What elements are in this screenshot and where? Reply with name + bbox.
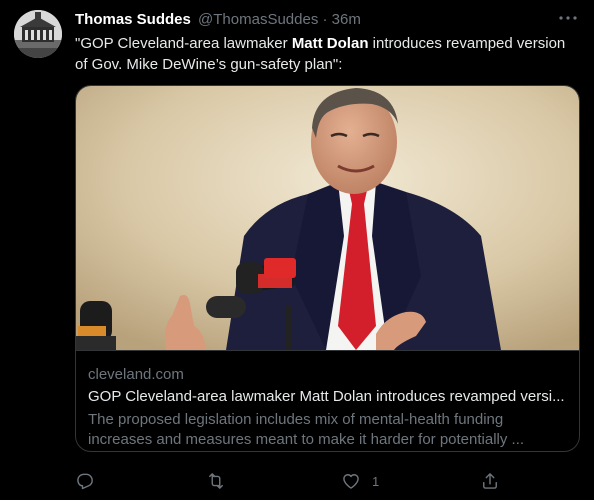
- separator: ·: [322, 11, 328, 28]
- tweet-text-part1: "GOP Cleveland-area lawmaker: [75, 35, 292, 52]
- tweet[interactable]: Thomas Suddes @ThomasSuddes · 36m "GOP C…: [0, 0, 594, 500]
- like-icon: [343, 474, 359, 489]
- more-options-button[interactable]: [556, 6, 580, 30]
- tweet-text-bold: Matt Dolan: [291, 35, 369, 52]
- card-meta[interactable]: cleveland.com GOP Cleveland-area lawmake…: [76, 350, 579, 451]
- reply-button[interactable]: [75, 470, 95, 492]
- card-image[interactable]: [76, 86, 579, 350]
- avatar-image: [14, 10, 62, 58]
- author-handle[interactable]: @ThomasSuddes: [198, 11, 318, 28]
- author-avatar[interactable]: [14, 10, 62, 58]
- tweet-actions: 1: [75, 470, 505, 492]
- card-domain: cleveland.com: [88, 366, 184, 383]
- card-title: GOP Cleveland-area lawmaker Matt Dolan i…: [88, 388, 565, 405]
- like-button[interactable]: 1: [341, 470, 379, 492]
- share-icon: [483, 473, 497, 489]
- tweet-text: "GOP Cleveland-area lawmaker Matt Dolan …: [75, 33, 575, 75]
- card-description: The proposed legislation includes mix of…: [88, 411, 525, 448]
- more-icon: [559, 16, 577, 20]
- retweet-icon: [209, 473, 223, 489]
- retweet-button[interactable]: [206, 470, 226, 492]
- link-card[interactable]: cleveland.com GOP Cleveland-area lawmake…: [75, 85, 580, 452]
- tweet-header: Thomas Suddes @ThomasSuddes · 36m: [75, 11, 361, 29]
- reply-icon: [77, 473, 93, 490]
- timestamp[interactable]: 36m: [332, 11, 361, 28]
- like-count: 1: [372, 473, 380, 489]
- share-button[interactable]: [480, 470, 500, 492]
- author-name[interactable]: Thomas Suddes: [75, 11, 191, 28]
